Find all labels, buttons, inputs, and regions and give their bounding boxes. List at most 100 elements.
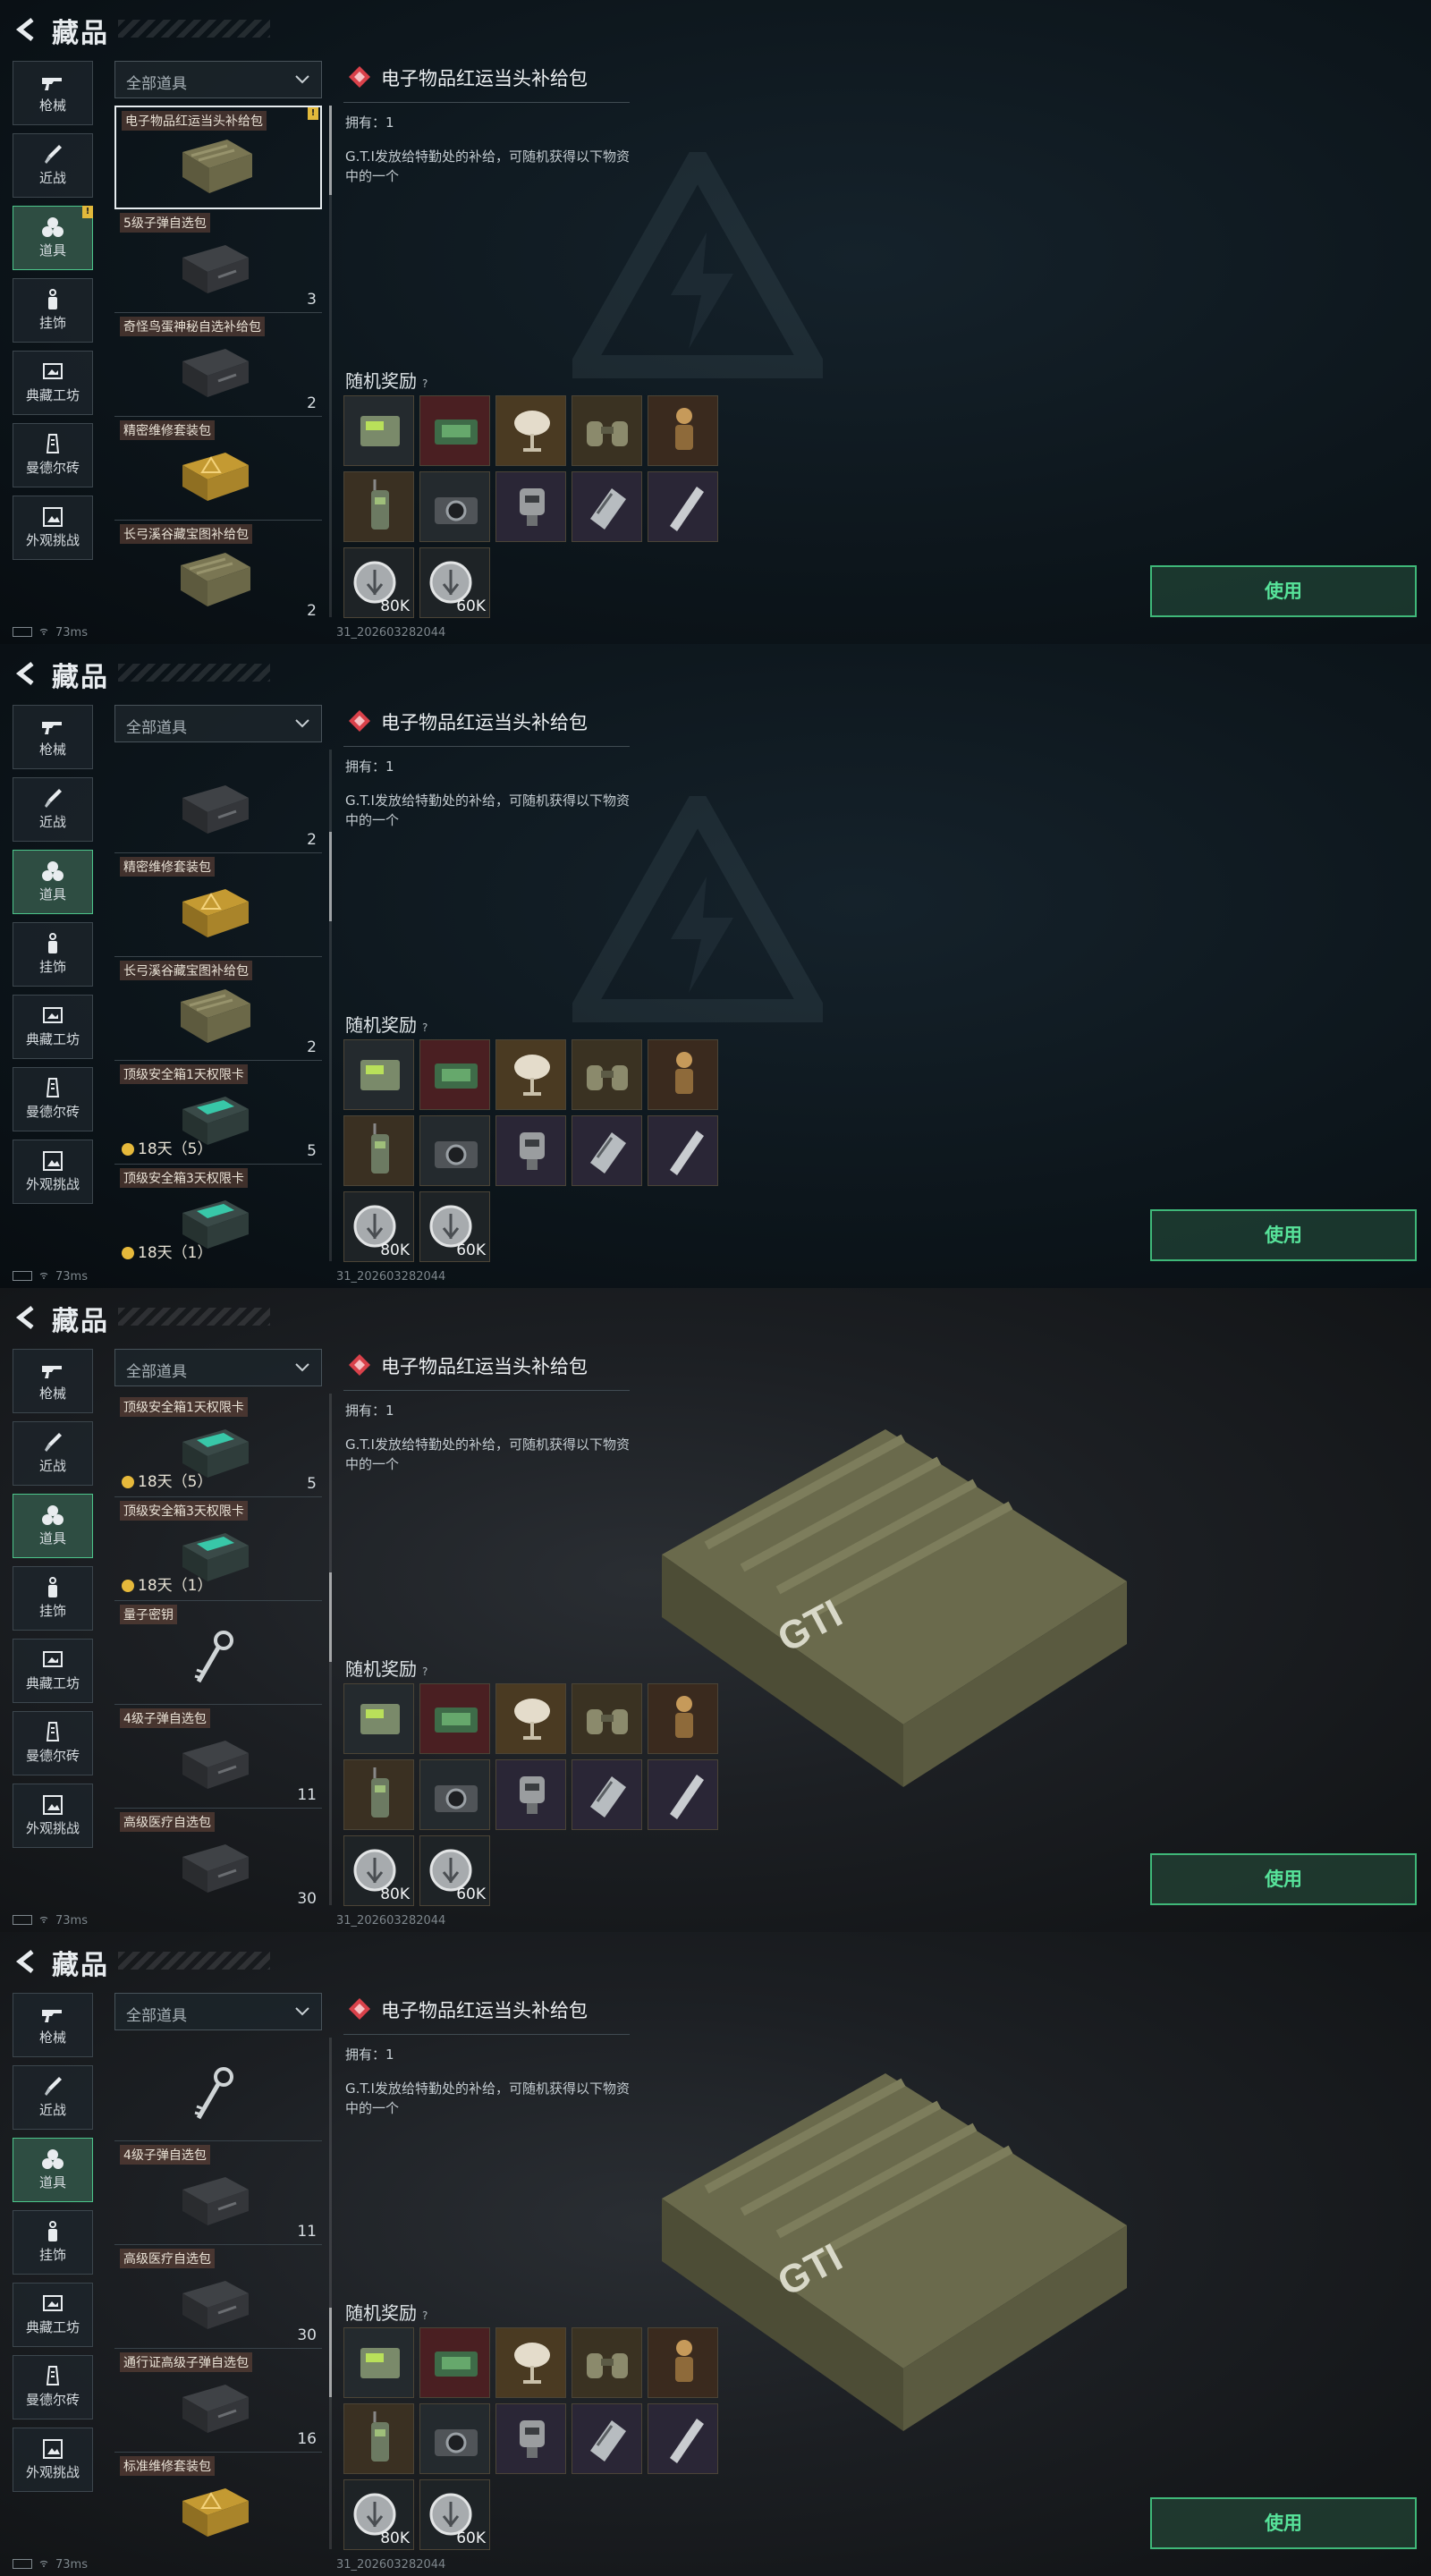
reward-slot[interactable]: 80K: [343, 547, 414, 618]
reward-slot[interactable]: [343, 395, 414, 466]
reward-slot[interactable]: [572, 2403, 642, 2474]
list-scrollbar-thumb[interactable]: [329, 106, 332, 195]
reward-slot[interactable]: 60K: [419, 1835, 490, 1906]
reward-slot[interactable]: [495, 1115, 566, 1186]
reward-slot[interactable]: [419, 2327, 490, 2398]
sidebar-item-brick[interactable]: 曼德尔砖: [13, 1711, 93, 1775]
reward-slot[interactable]: [419, 1039, 490, 1110]
sidebar-item-props[interactable]: 道具!: [13, 206, 93, 270]
reward-slot[interactable]: [572, 1115, 642, 1186]
sidebar-item-charm[interactable]: 挂饰: [13, 1566, 93, 1631]
reward-slot[interactable]: [343, 1115, 414, 1186]
reward-slot[interactable]: 80K: [343, 2479, 414, 2550]
list-item[interactable]: 奇怪鸟蛋神秘自选补给包 2: [114, 313, 322, 417]
reward-slot[interactable]: 80K: [343, 1191, 414, 1262]
list-item[interactable]: 通行证高级子弹自选包 16: [114, 2349, 322, 2453]
reward-slot[interactable]: [419, 471, 490, 542]
reward-slot[interactable]: [343, 2327, 414, 2398]
sidebar-item-gun[interactable]: 枪械: [13, 1993, 93, 2057]
sidebar-item-knife[interactable]: 近战: [13, 133, 93, 198]
reward-slot[interactable]: [343, 471, 414, 542]
reward-slot[interactable]: [648, 1039, 718, 1110]
reward-slot[interactable]: [572, 1039, 642, 1110]
sidebar-item-gun[interactable]: 枪械: [13, 1349, 93, 1413]
list-item[interactable]: 5级子弹自选包 3: [114, 209, 322, 313]
reward-slot[interactable]: [343, 1683, 414, 1754]
sidebar-item-challenge[interactable]: 外观挑战: [13, 1140, 93, 1204]
sidebar-item-workshop[interactable]: 典藏工坊: [13, 2283, 93, 2347]
back-button[interactable]: [13, 1946, 43, 1977]
sidebar-item-props[interactable]: 道具: [13, 2138, 93, 2202]
reward-slot[interactable]: [572, 471, 642, 542]
reward-slot[interactable]: [495, 2327, 566, 2398]
sidebar-item-charm[interactable]: 挂饰: [13, 922, 93, 987]
reward-slot[interactable]: [648, 2403, 718, 2474]
reward-slot[interactable]: [495, 1039, 566, 1110]
sidebar-item-workshop[interactable]: 典藏工坊: [13, 1639, 93, 1703]
reward-slot[interactable]: [343, 1039, 414, 1110]
reward-slot[interactable]: 60K: [419, 547, 490, 618]
use-button[interactable]: 使用: [1150, 1209, 1417, 1261]
reward-slot[interactable]: [495, 471, 566, 542]
back-button[interactable]: [13, 1302, 43, 1333]
list-item[interactable]: 顶级安全箱1天权限卡 5 18天（5）: [114, 1394, 322, 1497]
reward-slot[interactable]: [419, 1683, 490, 1754]
list-item[interactable]: 精密维修套装包: [114, 853, 322, 957]
list-item[interactable]: 长弓溪谷藏宝图补给包 2: [114, 521, 322, 617]
sidebar-item-brick[interactable]: 曼德尔砖: [13, 423, 93, 487]
filter-dropdown[interactable]: 全部道具: [114, 705, 322, 742]
list-item[interactable]: 电子物品红运当头补给包!: [114, 106, 322, 209]
list-scrollbar-track[interactable]: [329, 2038, 332, 2549]
list-item[interactable]: [114, 2038, 322, 2141]
reward-slot[interactable]: [495, 2403, 566, 2474]
reward-slot[interactable]: [495, 1683, 566, 1754]
list-item[interactable]: 精密维修套装包: [114, 417, 322, 521]
list-item[interactable]: 顶级安全箱1天权限卡 5 18天（5）: [114, 1061, 322, 1165]
reward-slot[interactable]: [572, 2327, 642, 2398]
list-item[interactable]: 顶级安全箱3天权限卡 18天（1）: [114, 1497, 322, 1601]
sidebar-item-charm[interactable]: 挂饰: [13, 2210, 93, 2275]
filter-dropdown[interactable]: 全部道具: [114, 61, 322, 98]
help-icon[interactable]: ?: [422, 377, 428, 390]
use-button[interactable]: 使用: [1150, 2497, 1417, 2549]
help-icon[interactable]: ?: [422, 1021, 428, 1034]
reward-slot[interactable]: [419, 1115, 490, 1186]
sidebar-item-brick[interactable]: 曼德尔砖: [13, 1067, 93, 1131]
reward-slot[interactable]: [648, 2327, 718, 2398]
help-icon[interactable]: ?: [422, 2309, 428, 2322]
filter-dropdown[interactable]: 全部道具: [114, 1993, 322, 2030]
list-item[interactable]: 高级医疗自选包 30: [114, 2245, 322, 2349]
sidebar-item-workshop[interactable]: 典藏工坊: [13, 351, 93, 415]
sidebar-item-challenge[interactable]: 外观挑战: [13, 2428, 93, 2492]
list-item[interactable]: 4级子弹自选包 11: [114, 2141, 322, 2245]
use-button[interactable]: 使用: [1150, 565, 1417, 617]
item-list[interactable]: 4级子弹自选包11高级医疗自选包30通行证高级子弹自选包16标准维修套装包3级子…: [114, 2038, 322, 2549]
reward-slot[interactable]: [495, 395, 566, 466]
list-item[interactable]: 高级医疗自选包 30: [114, 1809, 322, 1905]
list-scrollbar-thumb[interactable]: [329, 832, 332, 921]
list-scrollbar-thumb[interactable]: [329, 2308, 332, 2397]
reward-slot[interactable]: [343, 1759, 414, 1830]
reward-slot[interactable]: [495, 1759, 566, 1830]
reward-slot[interactable]: [419, 2403, 490, 2474]
sidebar-item-props[interactable]: 道具: [13, 1494, 93, 1558]
back-button[interactable]: [13, 658, 43, 689]
item-list[interactable]: 电子物品红运当头补给包! 5级子弹自选包 3 奇怪鸟蛋神秘自选补给包 2 精密维修套装包长…: [114, 106, 322, 617]
list-item[interactable]: 量子密钥: [114, 1601, 322, 1705]
sidebar-item-challenge[interactable]: 外观挑战: [13, 496, 93, 560]
list-item[interactable]: 长弓溪谷藏宝图补给包 2: [114, 957, 322, 1061]
reward-slot[interactable]: [572, 1683, 642, 1754]
sidebar-item-workshop[interactable]: 典藏工坊: [13, 995, 93, 1059]
item-list[interactable]: 2 精密维修套装包 长弓溪谷藏宝图补给包 2 顶级安全箱1天权限卡 5 18天（5） 顶级安全…: [114, 750, 322, 1261]
filter-dropdown[interactable]: 全部道具: [114, 1349, 322, 1386]
sidebar-item-knife[interactable]: 近战: [13, 1421, 93, 1486]
list-item[interactable]: 顶级安全箱3天权限卡 18天（1）: [114, 1165, 322, 1261]
sidebar-item-challenge[interactable]: 外观挑战: [13, 1784, 93, 1848]
sidebar-item-knife[interactable]: 近战: [13, 777, 93, 842]
reward-slot[interactable]: [648, 1759, 718, 1830]
sidebar-item-knife[interactable]: 近战: [13, 2065, 93, 2130]
reward-slot[interactable]: 60K: [419, 2479, 490, 2550]
reward-slot[interactable]: [648, 1115, 718, 1186]
reward-slot[interactable]: [648, 395, 718, 466]
item-list[interactable]: 顶级安全箱1天权限卡 5 18天（5） 顶级安全箱3天权限卡 18天（1） 量子密钥 4级子…: [114, 1394, 322, 1905]
